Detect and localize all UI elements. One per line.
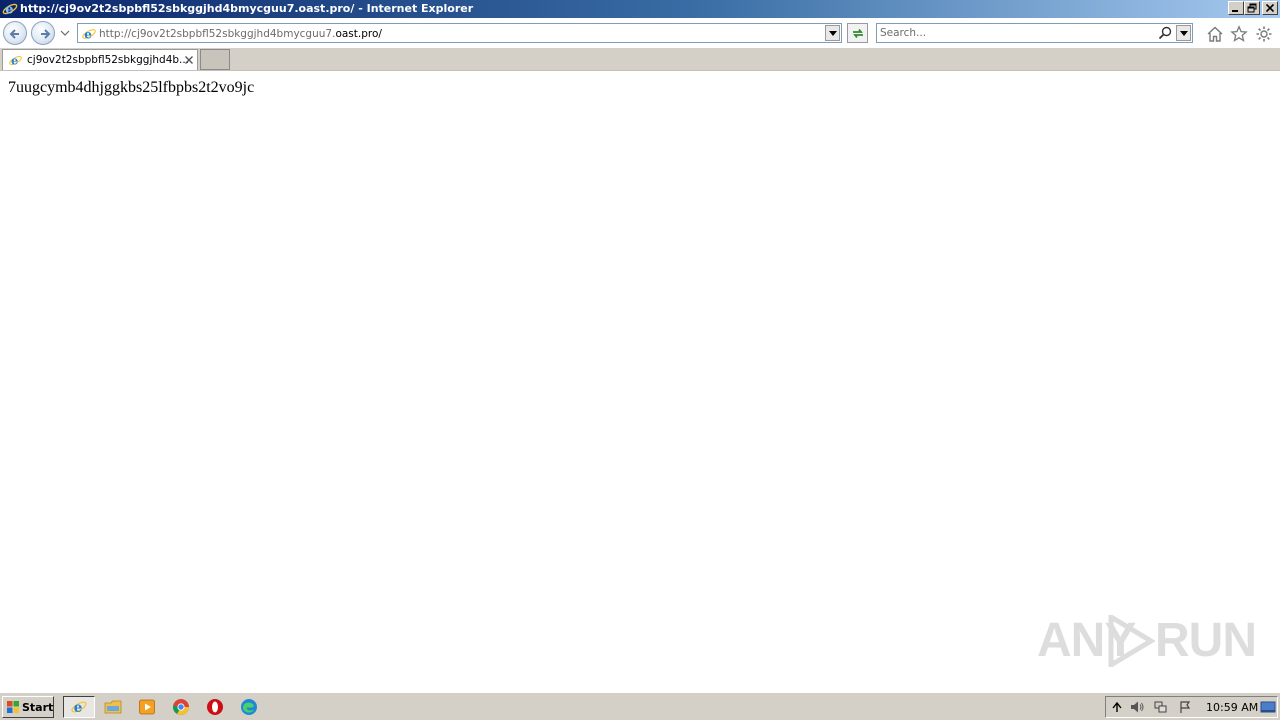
url-host: oast.pro/ (335, 28, 382, 40)
tab-close-icon[interactable] (184, 55, 194, 65)
windows-logo-icon (7, 701, 19, 713)
edge-icon[interactable] (239, 697, 259, 717)
compatibility-refresh-button[interactable] (847, 23, 868, 43)
window-title: http://cj9ov2t2sbpbfl52sbkggjhd4bmycguu7… (20, 2, 474, 15)
page-content: 7uugcymb4dhjggkbs25lfbpbs2t2vo9jc ANY RU… (0, 71, 1280, 692)
address-url[interactable]: http://cj9ov2t2sbpbfl52sbkggjhd4bmycguu7… (99, 28, 382, 40)
internet-explorer-icon: e (2, 3, 18, 17)
search-icon[interactable] (1158, 26, 1172, 40)
back-arrow-icon (9, 29, 19, 39)
restore-icon (1247, 3, 1257, 13)
page-body-text: 7uugcymb4dhjggkbs25lfbpbs2t2vo9jc (8, 79, 255, 96)
search-box[interactable] (876, 23, 1193, 43)
forward-button[interactable] (31, 21, 55, 45)
page-ie-icon: e (9, 54, 22, 68)
taskbar-clock[interactable]: 10:59 AM (1206, 701, 1258, 714)
action-center-flag-icon[interactable] (1178, 700, 1192, 714)
favorites-star-icon[interactable] (1230, 25, 1248, 43)
search-input[interactable] (880, 26, 1150, 40)
navigation-bar: e http://cj9ov2t2sbpbfl52sbkggjhd4bmycgu… (0, 18, 1280, 48)
url-prefix: http://cj9ov2t2sbpbfl52sbkggjhd4bmycguu7… (99, 28, 336, 40)
svg-text:e: e (84, 27, 92, 41)
minimize-icon (1232, 10, 1238, 12)
tab-active[interactable]: e cj9ov2t2sbpbfl52sbkggjhd4b... (2, 49, 198, 70)
refresh-arrows-icon (853, 28, 863, 39)
close-icon (1265, 3, 1275, 13)
svg-text:e: e (11, 54, 18, 68)
system-tray: 10:59 AM (1105, 696, 1278, 718)
gear-icon[interactable] (1255, 25, 1273, 43)
start-button[interactable]: Start (2, 696, 54, 718)
anyrun-watermark: ANY RUN (1037, 607, 1257, 671)
history-dropdown-icon[interactable] (60, 29, 70, 37)
opera-icon[interactable] (205, 697, 225, 717)
internet-explorer-icon: e (71, 700, 87, 716)
play-triangle-icon (1108, 615, 1155, 667)
chrome-icon[interactable] (171, 697, 191, 717)
network-icon[interactable] (1154, 700, 1168, 714)
window-titlebar[interactable]: e http://cj9ov2t2sbpbfl52sbkggjhd4bmycgu… (0, 0, 1280, 18)
media-player-icon[interactable] (137, 697, 157, 717)
chevron-down-icon (829, 31, 837, 36)
show-hidden-icons-icon[interactable] (1110, 700, 1124, 714)
watermark-right-text: RUN (1155, 614, 1257, 667)
search-provider-dropdown[interactable] (1176, 25, 1191, 41)
show-desktop-icon[interactable] (1260, 700, 1276, 714)
home-icon[interactable] (1206, 25, 1224, 43)
minimize-button[interactable] (1228, 1, 1244, 15)
tab-label: cj9ov2t2sbpbfl52sbkggjhd4b... (27, 54, 190, 66)
taskbar-item-internet-explorer[interactable]: e (63, 696, 95, 718)
restore-button[interactable] (1244, 1, 1260, 15)
file-explorer-icon[interactable] (103, 697, 123, 717)
page-ie-icon: e (82, 27, 96, 41)
address-dropdown-button[interactable] (825, 25, 840, 41)
chevron-down-icon (1180, 31, 1188, 36)
close-window-button[interactable] (1262, 1, 1278, 15)
forward-arrow-icon (41, 29, 51, 39)
volume-icon[interactable] (1130, 700, 1144, 714)
address-bar[interactable]: e http://cj9ov2t2sbpbfl52sbkggjhd4bmycgu… (77, 23, 842, 43)
start-label: Start (22, 701, 54, 714)
tab-bar: e cj9ov2t2sbpbfl52sbkggjhd4b... (0, 48, 1280, 71)
new-tab-button[interactable] (200, 49, 230, 70)
back-button[interactable] (3, 21, 27, 45)
svg-text:e: e (74, 700, 83, 716)
svg-text:e: e (5, 3, 13, 17)
taskbar: Start e 10:59 AM (0, 692, 1280, 720)
